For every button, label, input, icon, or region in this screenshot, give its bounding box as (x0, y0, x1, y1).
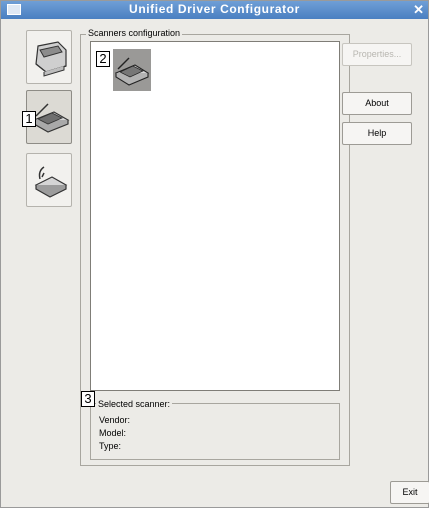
model-label: Model: (99, 428, 127, 438)
properties-button[interactable]: Properties... (342, 43, 412, 66)
printer-icon (35, 41, 67, 77)
app-window: Unified Driver Configurator ✕ 1 Scanners… (0, 0, 429, 508)
scanners-config-label: Scanners configuration (86, 28, 183, 38)
nav-ports-button[interactable] (26, 153, 72, 207)
scanner-icon (32, 103, 70, 133)
selected-scanner-label: Selected scanner: (96, 399, 173, 409)
window-title: Unified Driver Configurator (129, 2, 300, 16)
selected-scanner-group (90, 403, 340, 460)
callout-2: 2 (96, 51, 110, 67)
help-button[interactable]: Help (342, 122, 412, 145)
type-label: Type: (99, 441, 122, 451)
exit-button[interactable]: Exit (390, 481, 429, 504)
title-bar[interactable]: Unified Driver Configurator ✕ (1, 1, 428, 19)
callout-1: 1 (22, 111, 36, 127)
scanner-list-item[interactable] (113, 49, 151, 91)
about-button[interactable]: About (342, 92, 412, 115)
nav-printers-button[interactable] (26, 30, 72, 84)
close-icon[interactable]: ✕ (413, 2, 424, 18)
callout-3: 3 (81, 391, 95, 407)
port-icon (34, 166, 68, 198)
scanner-icon (114, 57, 150, 86)
scanner-list[interactable] (90, 41, 340, 391)
vendor-label: Vendor: (99, 415, 131, 425)
